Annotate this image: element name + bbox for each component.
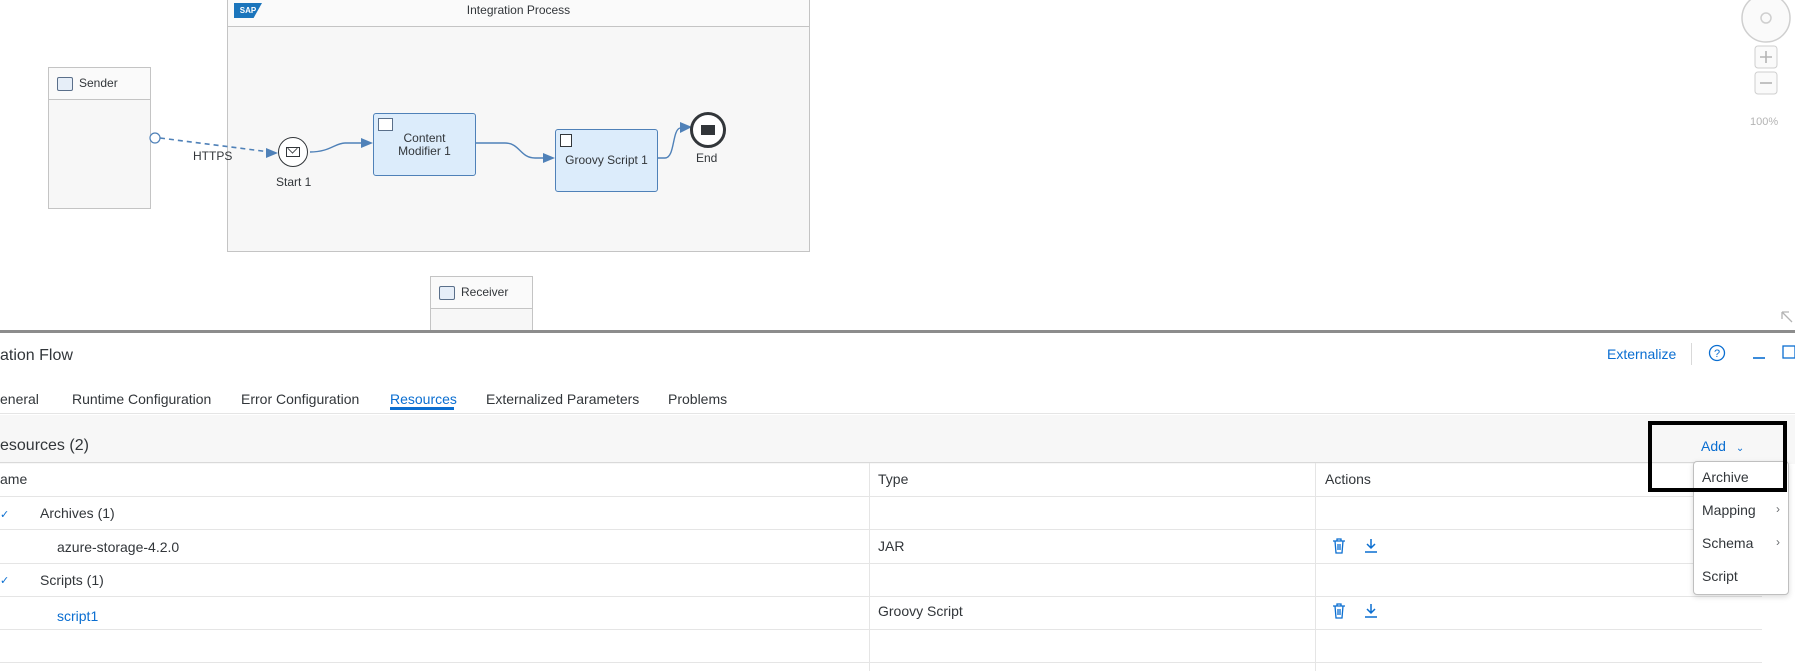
download-icon[interactable] <box>1363 537 1379 555</box>
script-icon <box>560 134 572 147</box>
maximize-icon[interactable] <box>1780 343 1795 361</box>
groovy-script-label: Groovy Script 1 <box>565 153 648 167</box>
table-row-divider <box>0 629 1762 630</box>
sequence-flow-2[interactable] <box>475 142 544 159</box>
chevron-right-icon: › <box>1776 502 1780 516</box>
flow-connectors <box>149 122 692 163</box>
flow-arrowhead <box>361 138 373 148</box>
end-label: End <box>696 151 718 165</box>
content-modifier-icon <box>378 118 393 131</box>
tab-general[interactable]: eneral <box>0 391 39 407</box>
resource-type: JAR <box>878 538 905 554</box>
content-modifier-label: Content Modifier 1 <box>398 130 451 158</box>
properties-panel: ation Flow Externalize ? eneral Runtime … <box>0 330 1795 672</box>
column-divider <box>1315 463 1316 671</box>
column-header-actions: Actions <box>1325 471 1371 487</box>
https-label: HTTPS <box>193 149 233 163</box>
content-modifier-step[interactable]: Content Modifier 1 <box>373 113 476 176</box>
chevron-right-icon: › <box>1776 535 1780 549</box>
integration-flow-canvas[interactable]: Sender SAP Integration Process Receiver … <box>0 0 1795 330</box>
resource-name: azure-storage-4.2.0 <box>57 539 180 555</box>
canvas-navigation <box>1741 0 1791 95</box>
delete-icon[interactable] <box>1331 602 1347 620</box>
externalize-button[interactable]: Externalize <box>1607 346 1676 362</box>
menu-item-mapping[interactable]: Mapping <box>1702 502 1756 518</box>
menu-item-schema[interactable]: Schema <box>1702 535 1753 551</box>
tab-runtime-configuration[interactable]: Runtime Configuration <box>72 391 211 407</box>
group-archives-label: Archives (1) <box>40 505 115 521</box>
resource-type: Groovy Script <box>878 603 963 619</box>
download-icon[interactable] <box>1363 602 1379 620</box>
table-row-divider <box>0 662 1762 663</box>
envelope-icon <box>286 147 300 157</box>
tab-error-configuration[interactable]: Error Configuration <box>241 391 359 407</box>
tab-separator <box>0 413 1795 414</box>
table-row-divider <box>0 529 1762 530</box>
toolbar-divider <box>1691 343 1692 365</box>
expand-chevron-icon[interactable]: ✓ <box>0 508 9 521</box>
column-header-type: Type <box>878 471 909 487</box>
expand-chevron-icon[interactable]: ✓ <box>0 574 9 587</box>
envelope-icon <box>701 125 715 135</box>
table-row-divider <box>0 563 1762 564</box>
svg-text:?: ? <box>1714 348 1720 360</box>
panel-title: ation Flow <box>0 347 73 364</box>
collapse-panel-icon[interactable] <box>1780 310 1795 328</box>
message-flow-source <box>149 132 161 144</box>
resource-name-link[interactable]: script1 <box>57 608 98 624</box>
help-icon[interactable]: ? <box>1708 344 1726 362</box>
start-event[interactable] <box>278 137 308 167</box>
column-divider <box>869 463 870 671</box>
flow-arrowhead <box>543 153 555 163</box>
resources-title-visible: esources (2) <box>0 437 89 454</box>
end-event[interactable] <box>690 112 726 148</box>
resources-toolbar <box>0 415 1795 464</box>
menu-item-script[interactable]: Script <box>1702 568 1738 584</box>
table-header-bottom <box>0 496 1762 497</box>
tab-resources[interactable]: Resources <box>390 391 457 407</box>
sequence-flow-1[interactable] <box>309 142 362 153</box>
active-tab-indicator <box>390 407 454 410</box>
table-row-divider <box>0 596 1762 597</box>
focus-highlight-box <box>1648 421 1787 492</box>
start-label: Start 1 <box>276 175 312 189</box>
group-scripts-label: Scripts (1) <box>40 572 104 588</box>
tab-problems[interactable]: Problems <box>668 391 727 407</box>
pan-control-icon[interactable] <box>1741 0 1791 43</box>
sequence-flow-3[interactable] <box>656 127 681 159</box>
column-header-name: ame <box>0 471 28 487</box>
zoom-level: 100% <box>1750 116 1779 128</box>
delete-icon[interactable] <box>1331 537 1347 555</box>
groovy-script-step[interactable]: Groovy Script 1 <box>555 129 658 192</box>
tab-externalized-parameters[interactable]: Externalized Parameters <box>486 391 639 407</box>
minimize-icon[interactable] <box>1751 345 1767 361</box>
flow-arrowhead <box>266 148 278 158</box>
